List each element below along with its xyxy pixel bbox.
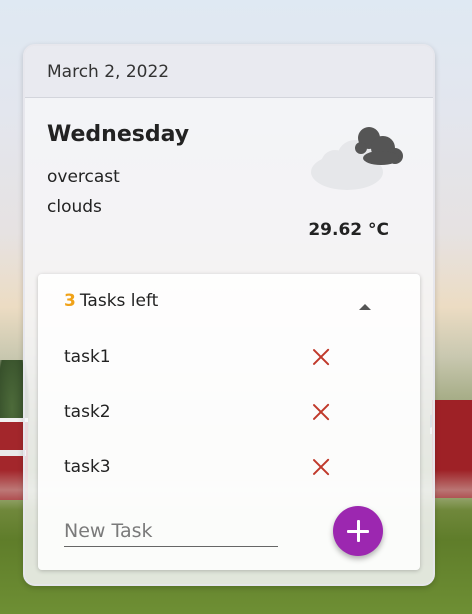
weather-todo-card: March 2, 2022 Wednesday overcast clouds … xyxy=(23,44,435,586)
tasks-left-label: Tasks left xyxy=(79,291,159,311)
overcast-clouds-icon xyxy=(311,127,403,190)
new-task-input[interactable] xyxy=(64,516,278,547)
delete-task-icon[interactable] xyxy=(310,401,332,423)
tasks-left-header: 3 Tasks left xyxy=(64,291,158,311)
temperature-label: 29.62 °C xyxy=(308,220,389,240)
task-item: task2 xyxy=(64,397,384,427)
tasks-count: 3 xyxy=(64,291,76,311)
add-task-button[interactable] xyxy=(333,506,383,556)
task-item: task3 xyxy=(64,452,384,482)
delete-task-icon[interactable] xyxy=(310,456,332,478)
collapse-caret-icon[interactable] xyxy=(354,296,374,316)
weather-description-line1: overcast xyxy=(47,167,120,187)
task-label: task3 xyxy=(64,457,111,477)
delete-task-icon[interactable] xyxy=(310,346,332,368)
tasks-panel: 3 Tasks left task1 task2 task3 xyxy=(38,274,420,570)
task-label: task1 xyxy=(64,347,111,367)
card-header: March 2, 2022 xyxy=(25,46,433,98)
task-label: task2 xyxy=(64,402,111,422)
task-item: task1 xyxy=(64,342,384,372)
weather-section: Wednesday overcast clouds 29.62 °C xyxy=(25,98,433,274)
weather-description-line2: clouds xyxy=(47,197,102,217)
weekday-label: Wednesday xyxy=(47,122,190,147)
plus-icon xyxy=(347,520,369,542)
weather-description: overcast clouds xyxy=(47,162,120,222)
date-label: March 2, 2022 xyxy=(47,61,170,82)
